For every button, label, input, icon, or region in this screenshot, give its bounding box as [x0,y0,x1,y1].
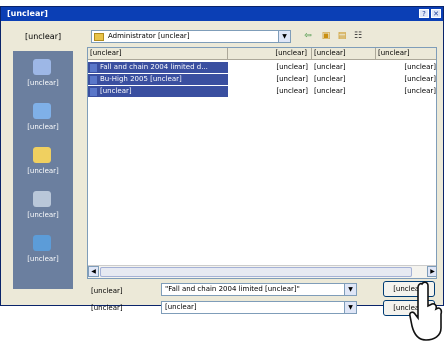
file-name: Fall and chain 2004 limited d... [100,63,208,71]
place-label: [unclear] [27,167,59,175]
file-icon [90,76,97,84]
file-date: [unclear] [404,63,436,71]
help-button[interactable]: ? [419,9,429,18]
file-name: [unclear] [100,87,132,95]
file-size: [unclear] [276,75,308,83]
chevron-down-icon[interactable]: ▼ [344,302,356,313]
list-item[interactable]: Fall and chain 2004 limited d... [unclea… [88,62,436,73]
filename-input[interactable]: "Fall and chain 2004 limited [unclear]" … [161,283,357,296]
filetype-label: [unclear] [91,304,123,312]
open-file-dialog: [unclear] ? ✕ [unclear] Administrator [u… [0,6,444,316]
look-in-dropdown[interactable]: Administrator [unclear] ▼ [91,30,291,43]
file-date: [unclear] [404,87,436,95]
file-date: [unclear] [404,75,436,83]
hand-pointer-icon [409,281,443,341]
scroll-left-icon[interactable]: ◀ [88,266,99,277]
window-title: [unclear] [7,9,48,18]
filename-value: "Fall and chain 2004 limited [unclear]" [165,285,300,293]
list-item[interactable]: Bu-High 2005 [unclear] [unclear] [unclea… [88,74,436,85]
up-folder-icon[interactable]: ▣ [319,30,333,43]
close-button[interactable]: ✕ [431,9,441,18]
network-places-icon [33,235,51,251]
scroll-thumb[interactable] [100,267,412,277]
place-label: [unclear] [27,211,59,219]
file-type: [unclear] [314,87,346,95]
column-name[interactable]: [unclear] [88,48,228,59]
desktop-icon [33,103,51,119]
look-in-label: [unclear] [25,32,62,41]
place-label: [unclear] [27,123,59,131]
chevron-down-icon[interactable]: ▼ [278,31,290,42]
file-type: [unclear] [314,75,346,83]
new-folder-icon[interactable]: ▤ [335,30,349,43]
file-size: [unclear] [276,87,308,95]
file-icon [90,64,97,72]
file-list[interactable]: [unclear] [unclear] [unclear] [unclear] … [87,47,437,279]
my-documents-icon [33,147,51,163]
view-menu-icon[interactable]: ☷ [351,30,365,43]
my-computer-icon [33,191,51,207]
list-header: [unclear] [unclear] [unclear] [unclear] [88,48,436,60]
filename-label: [unclear] [91,287,123,295]
folder-icon [94,33,104,41]
places-bar: [unclear] [unclear] [unclear] [unclear] … [13,51,73,289]
look-in-value: Administrator [unclear] [108,32,190,40]
place-label: [unclear] [27,79,59,87]
place-item[interactable]: [unclear] [13,187,73,227]
place-item[interactable]: [unclear] [13,143,73,183]
file-icon [90,88,97,96]
recent-documents-icon [33,59,51,75]
file-size: [unclear] [276,63,308,71]
list-item[interactable]: [unclear] [unclear] [unclear] [unclear] [88,86,436,97]
chevron-down-icon[interactable]: ▼ [344,284,356,295]
horizontal-scrollbar[interactable]: ◀ ▶ [88,265,436,278]
place-label: [unclear] [27,255,59,263]
file-name: Bu-High 2005 [unclear] [100,75,182,83]
column-type[interactable]: [unclear] [312,48,376,59]
place-item[interactable]: [unclear] [13,55,73,95]
back-icon[interactable]: ⇦ [301,30,315,43]
column-date[interactable]: [unclear] [376,48,436,59]
place-item[interactable]: [unclear] [13,231,73,271]
title-bar[interactable]: [unclear] ? ✕ [1,7,443,21]
column-size[interactable]: [unclear] [228,48,312,59]
filetype-select[interactable]: [unclear] ▼ [161,301,357,314]
scroll-right-icon[interactable]: ▶ [427,266,436,277]
file-type: [unclear] [314,63,346,71]
place-item[interactable]: [unclear] [13,99,73,139]
filetype-value: [unclear] [165,303,197,311]
